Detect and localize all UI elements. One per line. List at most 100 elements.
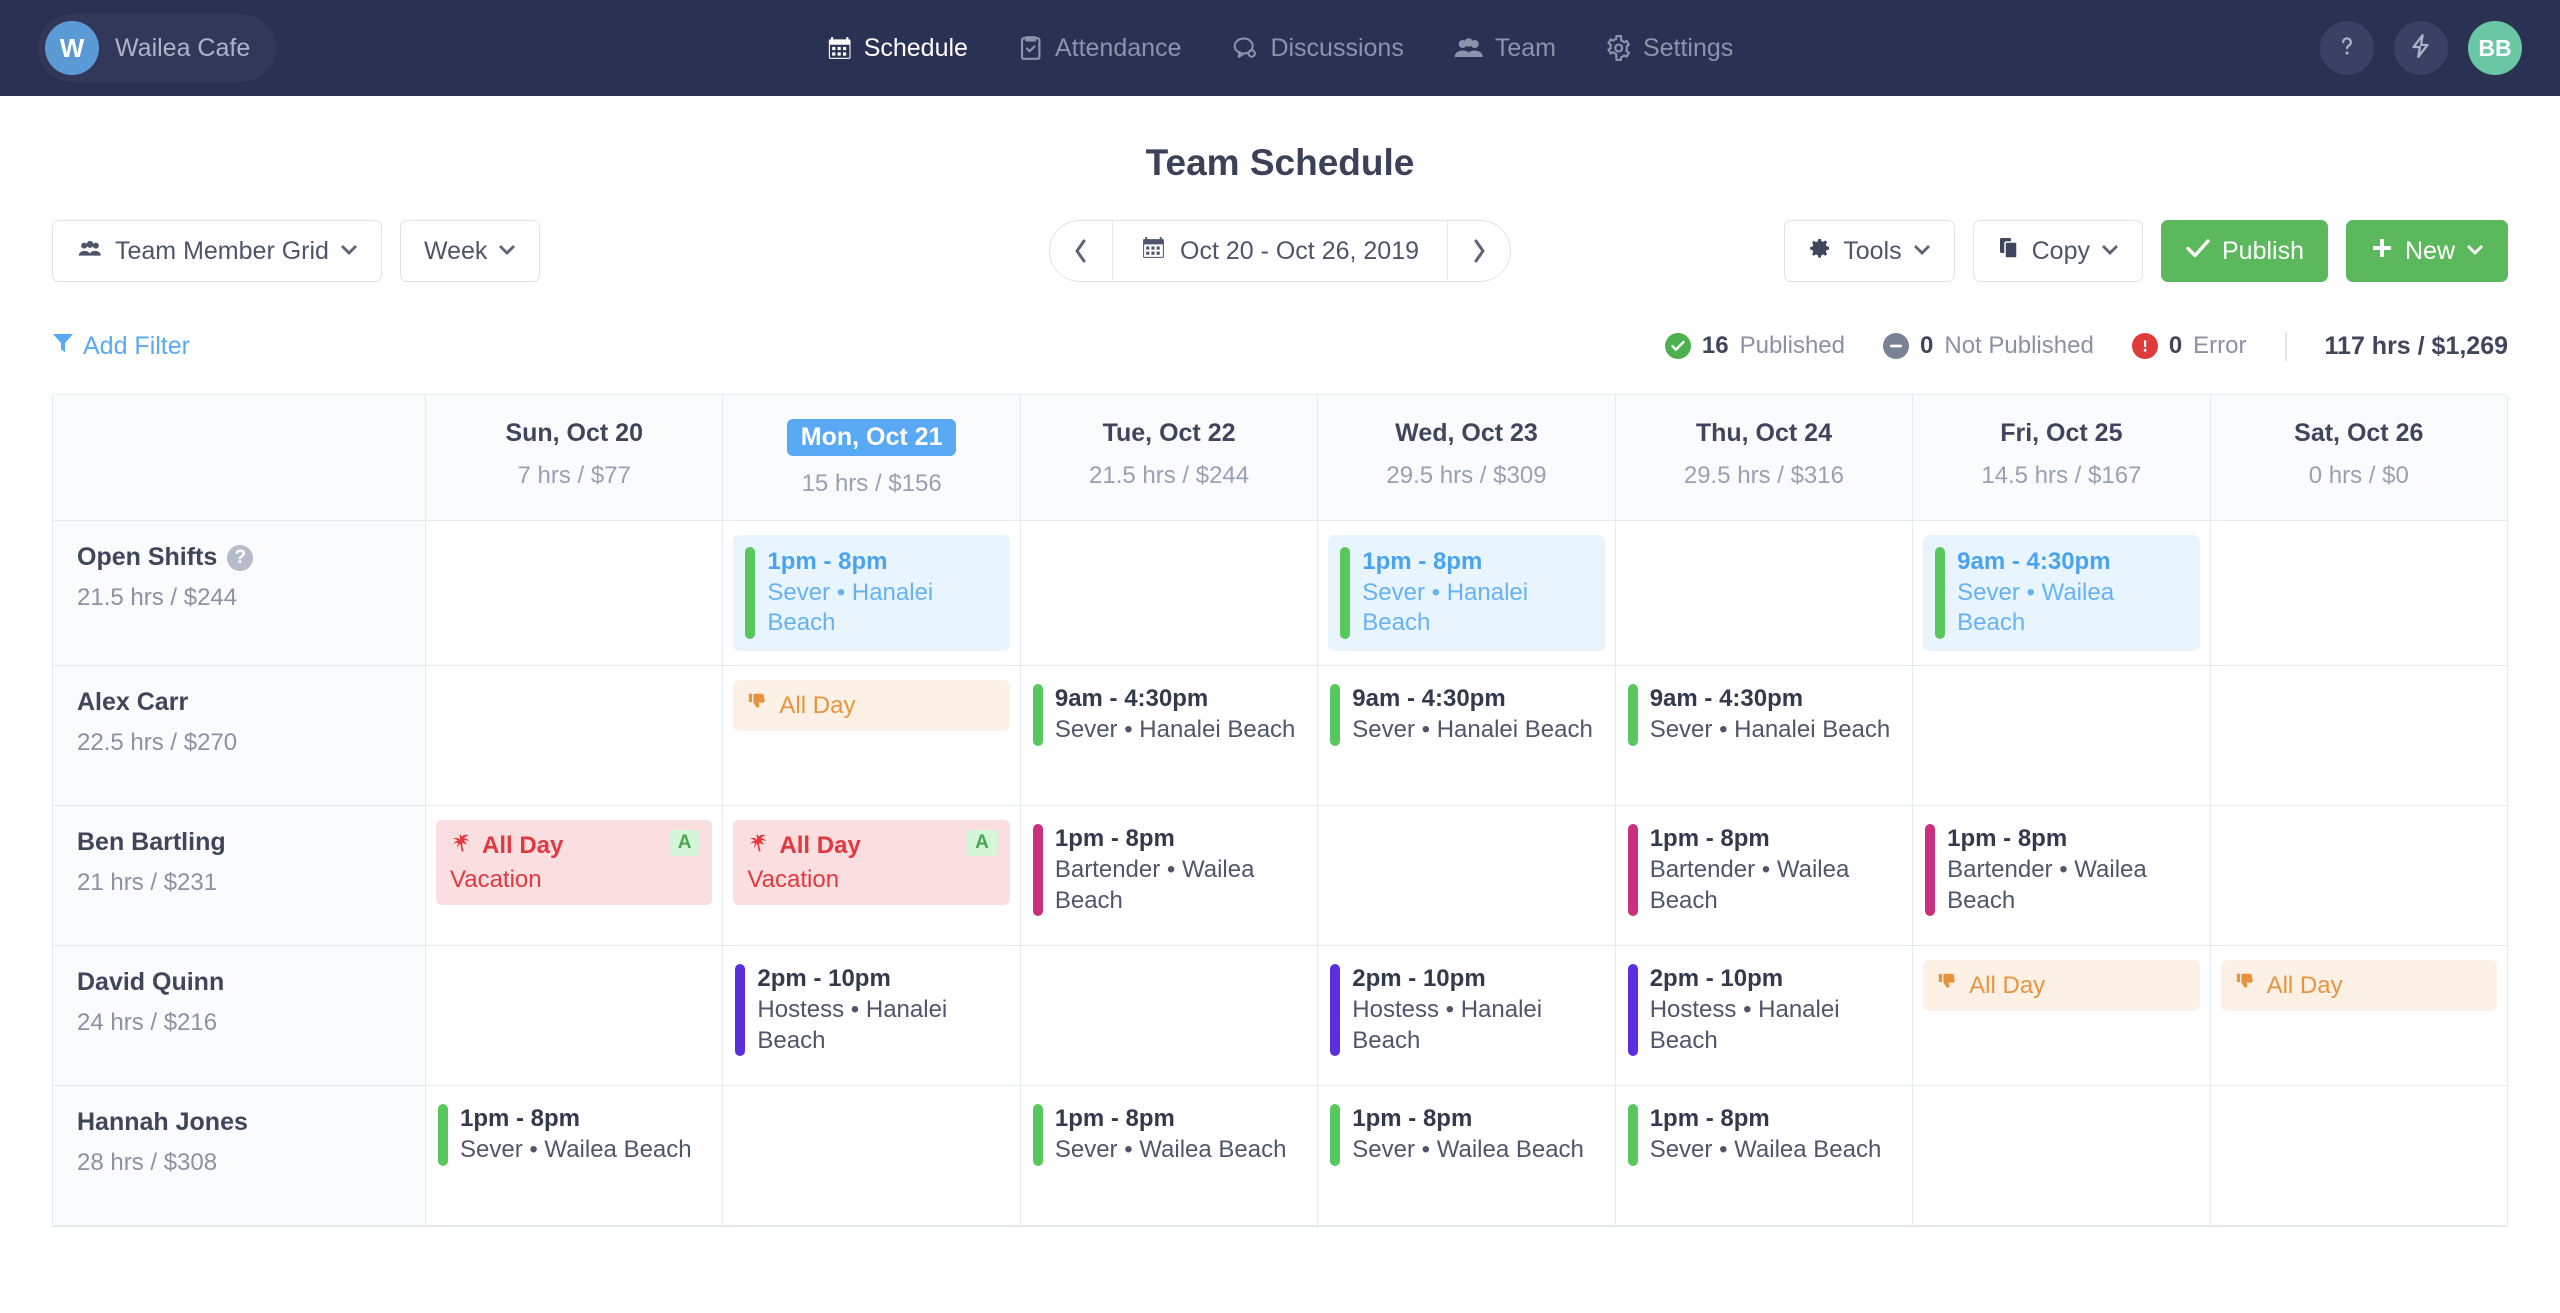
open-shift-card[interactable]: 1pm - 8pm Sever • Hanalei Beach [1328,535,1605,652]
day-header-name: Wed, Oct 23 [1395,419,1538,447]
shift-card[interactable]: 1pm - 8pm Bartender • Wailea Beach [1031,820,1307,920]
shift-card[interactable]: 1pm - 8pm Bartender • Wailea Beach [1626,820,1902,920]
avatar[interactable]: BB [2468,21,2522,75]
time-off-card-vacation[interactable]: All Day Vacation A [733,820,1010,906]
shift-card[interactable]: 1pm - 8pm Sever • Wailea Beach [1031,1100,1307,1169]
schedule-cell[interactable] [1019,521,1318,667]
day-header[interactable]: Sun, Oct 20 7 hrs / $77 [425,395,723,521]
copy-button[interactable]: Copy [1972,220,2143,282]
time-off-card-unavailable[interactable]: All Day [2220,960,2497,1012]
schedule-cell[interactable] [425,666,723,807]
brand-button[interactable]: W Wailea Cafe [38,14,277,82]
next-week-button[interactable] [1448,221,1510,281]
day-header[interactable]: Fri, Oct 25 14.5 hrs / $167 [1912,395,2210,521]
quick-actions-button[interactable] [2394,21,2448,75]
schedule-cell[interactable]: 9am - 4:30pm Sever • Wailea Beach [1912,521,2210,667]
row-header-open-shifts[interactable]: Open Shifts? 21.5 hrs / $244 [53,521,425,667]
schedule-cell[interactable]: 9am - 4:30pm Sever • Hanalei Beach [1614,666,1913,807]
shift-card[interactable]: 2pm - 10pm Hostess • Hanalei Beach [1626,960,1902,1060]
schedule-cell[interactable] [722,1086,1020,1227]
shift-card[interactable]: 1pm - 8pm Sever • Wailea Beach [1626,1100,1902,1169]
publish-button[interactable]: Publish [2160,220,2328,282]
range-selector-button[interactable]: Week [399,220,541,282]
shift-card[interactable]: 9am - 4:30pm Sever • Hanalei Beach [1031,680,1307,749]
shift-time: 9am - 4:30pm [1957,548,2111,575]
new-button[interactable]: New [2345,220,2508,282]
shift-card[interactable]: 2pm - 10pm Hostess • Hanalei Beach [733,960,1009,1060]
time-off-card-unavailable[interactable]: All Day [733,680,1010,732]
schedule-cell[interactable]: All Day Vacation A [722,806,1020,947]
shift-card[interactable]: 1pm - 8pm Sever • Wailea Beach [1328,1100,1604,1169]
schedule-cell[interactable] [1614,521,1913,667]
schedule-cell[interactable] [2209,521,2507,667]
schedule-cell[interactable]: 9am - 4:30pm Sever • Hanalei Beach [1019,666,1318,807]
shift-card[interactable]: 9am - 4:30pm Sever • Hanalei Beach [1328,680,1604,749]
lightning-bolt-icon [2408,33,2434,64]
nav-item-team[interactable]: Team [1454,34,1556,63]
row-header-alex-carr[interactable]: Alex Carr 22.5 hrs / $270 [53,666,425,807]
schedule-cell[interactable]: 9am - 4:30pm Sever • Hanalei Beach [1317,666,1615,807]
schedule-cell[interactable] [1019,946,1318,1087]
shift-role-location: Hostess • Hanalei Beach [1352,995,1543,1054]
time-off-card-unavailable[interactable]: All Day [1923,960,2200,1012]
schedule-cell[interactable]: 1pm - 8pm Sever • Wailea Beach [1019,1086,1318,1227]
day-header[interactable]: Tue, Oct 22 21.5 hrs / $244 [1019,395,1318,521]
row-name: David Quinn [77,968,401,997]
nav-item-schedule[interactable]: Schedule [827,34,968,63]
schedule-cell[interactable]: All Day [1912,946,2210,1087]
schedule-cell[interactable]: 1pm - 8pm Bartender • Wailea Beach [1912,806,2210,947]
schedule-cell[interactable]: 2pm - 10pm Hostess • Hanalei Beach [1317,946,1615,1087]
shift-card[interactable]: 1pm - 8pm Sever • Wailea Beach [436,1100,712,1169]
add-filter-button[interactable]: Add Filter [52,331,190,362]
schedule-cell[interactable]: 1pm - 8pm Sever • Hanalei Beach [1317,521,1615,667]
previous-week-button[interactable] [1050,221,1112,281]
day-header[interactable]: Sat, Oct 26 0 hrs / $0 [2209,395,2507,521]
grid-corner-cell [53,395,425,521]
nav-item-attendance[interactable]: Attendance [1018,34,1181,63]
schedule-cell[interactable] [425,946,723,1087]
open-shift-card[interactable]: 9am - 4:30pm Sever • Wailea Beach [1923,535,2200,652]
schedule-cell[interactable] [1912,666,2210,807]
shift-color-bar [1340,547,1351,640]
help-button[interactable] [2320,21,2374,75]
schedule-cell[interactable]: 2pm - 10pm Hostess • Hanalei Beach [1614,946,1913,1087]
schedule-cell[interactable]: 1pm - 8pm Sever • Wailea Beach [425,1086,723,1227]
schedule-cell[interactable]: 2pm - 10pm Hostess • Hanalei Beach [722,946,1020,1087]
shift-card[interactable]: 2pm - 10pm Hostess • Hanalei Beach [1328,960,1604,1060]
schedule-cell[interactable] [2209,806,2507,947]
schedule-cell[interactable] [1317,806,1615,947]
schedule-cell[interactable]: All Day Vacation A [425,806,723,947]
error-label: Error [2193,332,2247,359]
schedule-cell[interactable]: 1pm - 8pm Sever • Hanalei Beach [722,521,1020,667]
open-shift-card[interactable]: 1pm - 8pm Sever • Hanalei Beach [733,535,1010,652]
thumbs-down-icon [1937,971,1959,1000]
row-header-ben-bartling[interactable]: Ben Bartling 21 hrs / $231 [53,806,425,947]
help-icon[interactable]: ? [227,544,254,571]
schedule-cell[interactable] [2209,666,2507,807]
nav-item-settings[interactable]: Settings [1606,34,1733,63]
not-published-label: Not Published [1944,332,2094,359]
schedule-cell[interactable] [425,521,723,667]
schedule-cell[interactable] [2209,1086,2507,1227]
view-selector-button[interactable]: Team Member Grid [52,220,382,282]
shift-card[interactable]: 9am - 4:30pm Sever • Hanalei Beach [1626,680,1902,749]
schedule-cell[interactable]: All Day [722,666,1020,807]
row-summary: 21 hrs / $231 [77,869,218,897]
date-navigator: Oct 20 - Oct 26, 2019 [1048,220,1512,282]
day-header[interactable]: Thu, Oct 24 29.5 hrs / $316 [1614,395,1913,521]
nav-item-discussions[interactable]: Discussions [1231,34,1404,63]
schedule-cell[interactable]: 1pm - 8pm Sever • Wailea Beach [1317,1086,1615,1227]
day-header[interactable]: Wed, Oct 23 29.5 hrs / $309 [1317,395,1615,521]
schedule-cell[interactable]: 1pm - 8pm Bartender • Wailea Beach [1614,806,1913,947]
shift-card[interactable]: 1pm - 8pm Bartender • Wailea Beach [1923,820,2199,920]
day-header[interactable]: Mon, Oct 21 15 hrs / $156 [722,395,1020,521]
row-header-hannah-jones[interactable]: Hannah Jones 28 hrs / $308 [53,1086,425,1227]
date-range-button[interactable]: Oct 20 - Oct 26, 2019 [1111,221,1449,281]
tools-button[interactable]: Tools [1784,220,1955,282]
time-off-card-vacation[interactable]: All Day Vacation A [436,820,713,906]
schedule-cell[interactable] [1912,1086,2210,1227]
row-header-david-quinn[interactable]: David Quinn 24 hrs / $216 [53,946,425,1087]
schedule-cell[interactable]: All Day [2209,946,2507,1087]
schedule-cell[interactable]: 1pm - 8pm Bartender • Wailea Beach [1019,806,1318,947]
schedule-cell[interactable]: 1pm - 8pm Sever • Wailea Beach [1614,1086,1913,1227]
